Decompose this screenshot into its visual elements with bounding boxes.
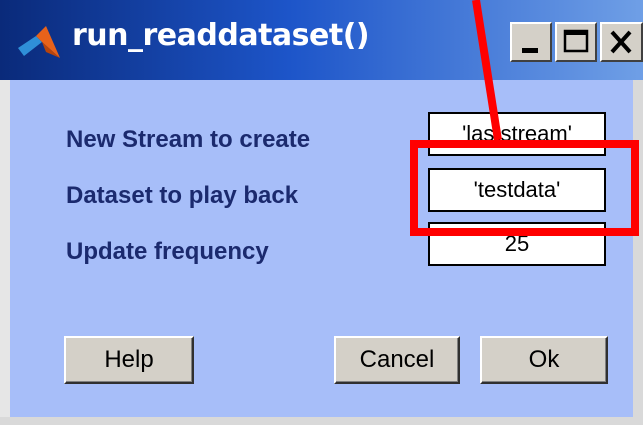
dialog-window: run_readdataset() New Stream to create D… <box>0 0 643 425</box>
annotation-arrow <box>472 0 502 141</box>
